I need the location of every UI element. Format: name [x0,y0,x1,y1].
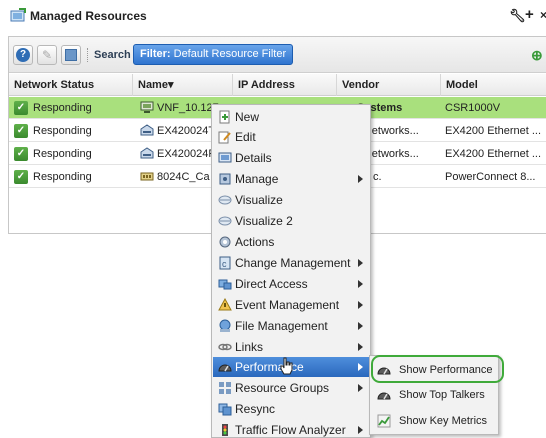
grid-icon [65,49,77,61]
name-cell: EX420024F [157,148,216,160]
switch-icon [140,124,154,136]
menu-item-event-management[interactable]: Event Management [213,295,370,315]
model-cell: CSR1000V [445,102,501,114]
name-cell: VNF_10.127 [157,102,219,114]
visualize-icon [218,195,232,205]
svg-text:c: c [222,259,227,269]
menu-item-visualize[interactable]: Visualize [213,190,370,210]
add-icon[interactable]: ⊕ [531,47,543,64]
submenu-arrow-icon [358,322,363,330]
managed-resources-icon [10,8,26,22]
column-ip-address[interactable]: IP Address [233,74,337,96]
menu-item-edit[interactable]: Edit [213,127,370,147]
device-icon [140,172,154,181]
check-icon: ✓ [14,124,28,138]
toolbar-separator [87,48,89,62]
traffic-flow-analyzer-icon [222,424,228,436]
highlight-callout [371,355,504,383]
tools-button[interactable]: ✎ [37,45,57,65]
manage-icon [219,173,231,185]
plus-icon[interactable]: + [525,6,534,23]
edit-icon [218,131,231,144]
check-icon: ✓ [14,170,28,184]
model-cell: EX4200 Ethernet ... [445,125,542,137]
status-cell: Responding [33,148,92,160]
resync-icon [218,403,232,416]
column-name[interactable]: Name▾ [133,74,233,96]
submenu-arrow-icon [358,363,363,371]
column-vendor[interactable]: Vendor [337,74,441,96]
column-network-status[interactable]: Network Status [9,74,133,96]
grid-button[interactable] [61,45,81,65]
tools-icon: ✎ [42,48,53,62]
menu-item-details[interactable]: Details [213,148,370,168]
submenu-arrow-icon [358,343,363,351]
filter-value: Default Resource Filter [173,48,287,60]
actions-icon [219,236,231,248]
model-cell: PowerConnect 8... [445,171,536,183]
file-management-icon [219,319,231,332]
resource-groups-icon [219,382,231,394]
toolbar: ? ✎ Search Filter: Default Resource Filt… [9,37,546,73]
menu-item-change-management[interactable]: c Change Management [213,253,370,273]
wrench-icon[interactable]: 🔧︎ [509,8,526,24]
help-icon: ? [16,48,30,62]
submenu-arrow-icon [358,384,363,392]
menu-item-direct-access[interactable]: Direct Access [213,274,370,294]
check-icon: ✓ [14,101,28,115]
performance-icon [218,364,232,372]
check-icon: ✓ [14,147,28,161]
submenu-arrow-icon [358,175,363,183]
submenu-arrow-icon [358,301,363,309]
menu-item-resource-groups[interactable]: Resource Groups [213,378,370,398]
change-management-icon: c [219,256,231,270]
menu-item-file-management[interactable]: File Management [213,316,370,336]
submenu-arrow-icon [358,426,363,434]
submenu-arrow-icon [358,280,363,288]
menu-item-links[interactable]: Links [213,337,370,357]
status-cell: Responding [33,125,92,137]
submenu-item-show-top-talkers[interactable]: Show Top Talkers [371,383,498,407]
gauge-icon [377,392,391,400]
name-cell: EX420024T [157,125,216,137]
page-title: Managed Resources [30,9,147,23]
event-management-icon [218,298,232,311]
hand-cursor-icon [280,357,293,375]
vendor-cell: c. [373,171,382,183]
submenu-arrow-icon [358,259,363,267]
details-icon [218,152,232,163]
menu-item-resync[interactable]: Resync [213,399,370,419]
column-model[interactable]: Model [441,74,546,96]
status-cell: Responding [33,171,92,183]
help-button[interactable]: ? [13,45,33,65]
model-cell: EX4200 Ethernet ... [445,148,542,160]
table-header: Network Status Name▾ IP Address Vendor M… [9,74,546,96]
direct-access-icon [218,279,232,290]
context-menu: New Edit Details Manage Visualize Visual… [211,104,371,438]
title-bar: Managed Resources 🔧︎ + × [0,0,546,34]
server-icon [140,101,154,113]
menu-item-actions[interactable]: Actions [213,232,370,252]
menu-item-traffic-flow-analyzer[interactable]: Traffic Flow Analyzer [213,420,370,438]
visualize-2-icon [218,216,232,226]
status-cell: Responding [33,102,92,114]
close-icon[interactable]: × [540,8,546,22]
search-label[interactable]: Search [94,49,131,61]
submenu-item-show-key-metrics[interactable]: Show Key Metrics [371,409,498,433]
filter-button[interactable]: Filter: Default Resource Filter [133,44,294,65]
switch-icon [140,147,154,159]
name-cell: 8024C_Ca [157,171,210,183]
menu-item-visualize-2[interactable]: Visualize 2 [213,211,370,231]
menu-item-manage[interactable]: Manage [213,169,370,189]
filter-label: Filter: [140,48,171,60]
menu-item-new[interactable]: New [213,107,370,127]
new-icon [219,110,230,124]
chart-icon [377,414,391,428]
sort-desc-icon: ▾ [167,79,174,91]
links-icon [218,343,232,351]
